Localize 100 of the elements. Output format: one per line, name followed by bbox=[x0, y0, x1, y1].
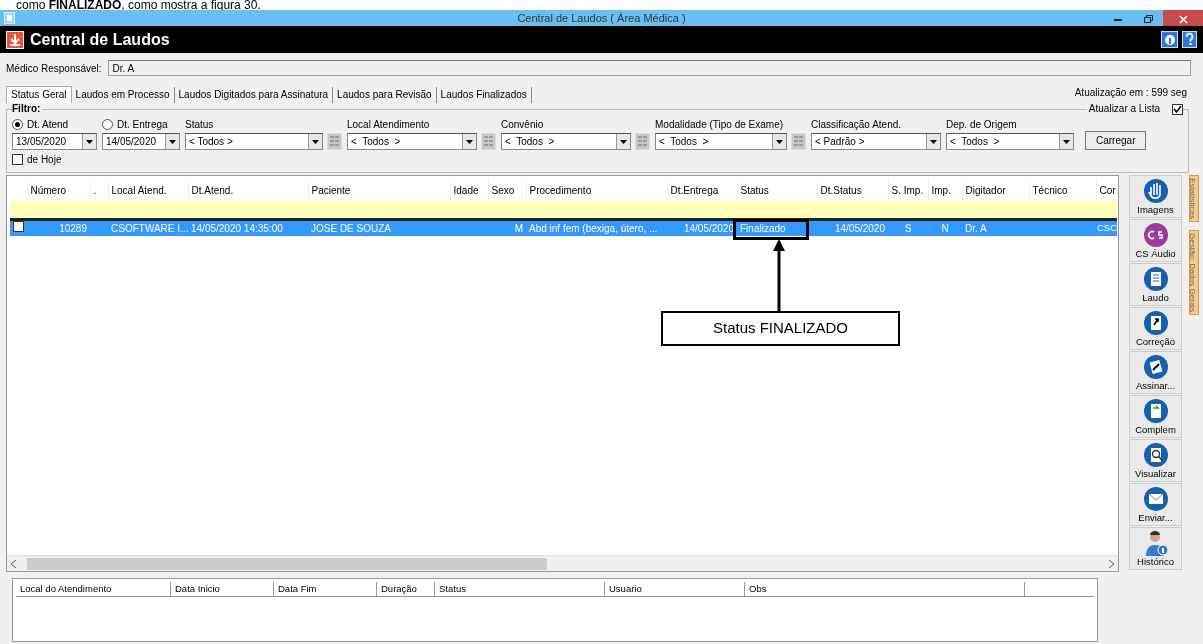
table-cell: Finalizado bbox=[740, 222, 786, 234]
column-header[interactable]: Local do Atendimento bbox=[16, 582, 171, 596]
field-label: Local Atendimento bbox=[347, 118, 430, 132]
column-header[interactable]: S. Imp. bbox=[891, 184, 924, 196]
today-checkbox[interactable] bbox=[12, 154, 23, 165]
cs-icon bbox=[1142, 222, 1169, 248]
side-tab[interactable]: Estatísticas bbox=[1189, 175, 1199, 222]
info-button[interactable] bbox=[1161, 31, 1178, 48]
dropdown-field[interactable]: < Todos > bbox=[655, 133, 787, 150]
today-label: de Hoje bbox=[27, 153, 62, 167]
table-cell: JOSE DE SOUZA bbox=[311, 222, 391, 234]
column-header[interactable]: Técnico bbox=[1032, 184, 1068, 196]
column-header[interactable]: Duração bbox=[377, 582, 435, 596]
load-button[interactable]: Carregar bbox=[1085, 131, 1147, 150]
side-button[interactable]: Assinar... bbox=[1129, 351, 1182, 394]
dropdown-field[interactable]: < Todos > bbox=[946, 133, 1074, 150]
document-icon bbox=[1142, 266, 1169, 292]
caret-icon bbox=[312, 139, 319, 144]
pen-icon bbox=[1142, 354, 1169, 380]
side-button[interactable]: Imagens bbox=[1129, 175, 1182, 218]
column-header[interactable]: Status bbox=[435, 582, 605, 596]
tab[interactable]: Status Geral bbox=[6, 86, 72, 103]
hand-icon bbox=[1142, 178, 1169, 204]
envelope-icon bbox=[1142, 486, 1169, 512]
radio-button[interactable] bbox=[102, 119, 113, 130]
column-header[interactable]: Número bbox=[30, 184, 67, 196]
caret-icon bbox=[169, 139, 176, 144]
field-label: Convênio bbox=[501, 118, 544, 132]
table-cell: M bbox=[514, 222, 523, 234]
close-button[interactable] bbox=[1163, 10, 1203, 26]
dropdown-field[interactable]: < Padrão > bbox=[811, 133, 941, 150]
app-icon bbox=[4, 12, 15, 24]
auto-refresh-checkbox[interactable] bbox=[1172, 103, 1183, 115]
column-header[interactable]: . bbox=[93, 184, 97, 196]
app-title: Central de Laudos bbox=[30, 29, 170, 50]
download-icon bbox=[6, 30, 24, 49]
side-tab[interactable]: Gestão: Dados Gerais bbox=[1189, 229, 1199, 316]
table-cell: 10289 bbox=[59, 222, 87, 234]
side-button[interactable]: Histórico bbox=[1129, 527, 1182, 570]
field-label: Status bbox=[185, 118, 214, 132]
column-header[interactable]: Dt.Entrega bbox=[670, 184, 719, 196]
column-header[interactable]: Sexo bbox=[491, 184, 515, 196]
auto-refresh-label: Atualizar a Lista bbox=[1088, 103, 1160, 115]
tab[interactable]: Laudos Digitados para Assinatura bbox=[174, 87, 334, 103]
table-cell: Dr. A bbox=[965, 222, 987, 234]
radio-button[interactable] bbox=[12, 119, 23, 130]
magnifier-icon bbox=[1142, 442, 1169, 468]
tab[interactable]: Laudos em Processo bbox=[71, 87, 175, 103]
side-button[interactable]: Correção bbox=[1129, 307, 1182, 350]
dropdown-field[interactable]: < Todos > bbox=[185, 133, 323, 150]
column-header[interactable]: Digitador bbox=[965, 184, 1006, 196]
row-checkbox[interactable] bbox=[13, 220, 24, 232]
refresh-countdown: Atualização em : 599 seg bbox=[1074, 86, 1187, 100]
horizontal-scrollbar[interactable] bbox=[7, 555, 1118, 571]
column-header[interactable]: Paciente bbox=[311, 184, 351, 196]
caret-icon bbox=[776, 139, 783, 144]
caret-icon bbox=[466, 139, 473, 144]
dropdown-field[interactable]: 13/05/2020 bbox=[12, 133, 97, 150]
document-cursor-icon bbox=[1142, 310, 1169, 336]
side-button[interactable]: Complem bbox=[1129, 395, 1182, 438]
dropdown-field[interactable]: < Todos > bbox=[501, 133, 631, 150]
help-button[interactable] bbox=[1182, 31, 1197, 48]
column-header[interactable]: Data Fim bbox=[274, 582, 377, 596]
column-header[interactable]: Obs bbox=[745, 582, 1025, 596]
radio-label: Dt. Atend bbox=[27, 118, 69, 132]
tab[interactable]: Laudos Finalizados bbox=[436, 87, 532, 103]
field-label: Modalidade (Tipo de Exame) bbox=[655, 118, 784, 132]
window-title: Central de Laudos ( Área Médica ) bbox=[517, 10, 686, 26]
dropdown-field[interactable]: < Todos > bbox=[347, 133, 477, 150]
table-cell: CSC bbox=[1097, 222, 1117, 234]
caret-icon bbox=[930, 139, 937, 144]
column-header[interactable]: Dt.Atend. bbox=[191, 184, 234, 196]
column-header[interactable]: Local Atend. bbox=[111, 184, 167, 196]
column-header[interactable]: Idade bbox=[453, 184, 479, 196]
side-button[interactable]: Visualizar bbox=[1129, 439, 1182, 482]
side-button[interactable]: Laudo bbox=[1129, 263, 1182, 306]
close-icon bbox=[1178, 14, 1188, 24]
table-cell: 14/05/2020 14:35:00 bbox=[191, 222, 283, 234]
doctor-field[interactable]: Dr. A bbox=[107, 60, 1191, 76]
column-header[interactable]: Dt.Status bbox=[820, 184, 862, 196]
callout-label: Status FINALIZADO bbox=[661, 311, 900, 346]
column-header[interactable]: Cor bbox=[1099, 184, 1116, 196]
column-header[interactable]: Data Inicio bbox=[171, 582, 274, 596]
dropdown-field[interactable]: 14/05/2020 bbox=[102, 133, 180, 150]
filter-title: Filtro: bbox=[12, 103, 43, 115]
caret-icon bbox=[86, 139, 93, 144]
column-header[interactable]: Procedimento bbox=[529, 184, 592, 196]
doctor-label: Médico Responsável: bbox=[6, 61, 102, 76]
table-cell: Abd inf fem (bexiga, útero, ... bbox=[529, 222, 658, 234]
column-header[interactable]: Status bbox=[740, 184, 769, 196]
tab[interactable]: Laudos para Revisão bbox=[333, 87, 437, 103]
column-header[interactable]: Imp. bbox=[931, 184, 951, 196]
side-button[interactable]: Enviar... bbox=[1129, 483, 1182, 526]
caret-icon bbox=[1063, 139, 1070, 144]
caret-icon bbox=[620, 139, 627, 144]
radio-label: Dt. Entrega bbox=[117, 118, 168, 132]
column-header[interactable]: Usuario bbox=[605, 582, 745, 596]
side-button[interactable]: CS Áudio bbox=[1129, 219, 1182, 262]
table-cell: CSOFTWARE I... bbox=[111, 222, 188, 234]
table-cell: S bbox=[904, 222, 912, 234]
